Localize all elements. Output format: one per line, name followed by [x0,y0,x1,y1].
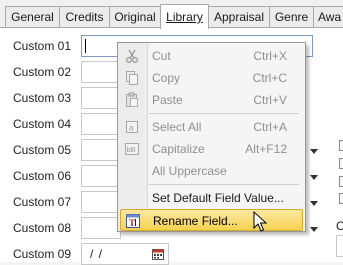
mouse-pointer-icon [253,211,267,232]
custom-07-dropdown-arrow-icon[interactable] [310,201,318,206]
tab-general[interactable]: General [5,6,60,27]
custom-09-label: Custom 09 [13,247,72,261]
menu-item-shortcut: Alt+F12 [245,142,287,156]
menu-item-label: Copy [152,71,181,85]
menu-item-shortcut: Ctrl+X [253,49,287,63]
custom-08-label: Custom 08 [13,221,72,235]
custom-03-input[interactable] [81,87,121,109]
custom-05-dropdown-arrow-icon[interactable] [310,149,318,154]
checkbox-3[interactable] [339,176,343,187]
rename-field-icon: T [126,214,140,228]
cut-off-label: C [336,219,343,233]
custom-02-label: Custom 02 [13,65,72,79]
custom-03-label: Custom 03 [13,91,72,105]
menu-separator [149,184,299,185]
svg-text:T: T [129,218,135,228]
scissors-icon [126,49,138,63]
custom-02-input[interactable] [81,61,121,83]
menu-item-rename-field[interactable]: T Rename Field... [120,209,303,231]
menu-item-copy[interactable]: Copy Ctrl+C [118,67,305,89]
custom-07-dropdown[interactable] [81,191,121,213]
tab-label: Original [114,10,156,24]
tab-genre[interactable]: Genre [269,6,314,27]
custom-06-dropdown-arrow-icon[interactable] [310,175,318,180]
svg-text:a: a [129,124,134,133]
custom-07-label: Custom 07 [13,195,72,209]
tab-bar: General Credits Original Library Apprais… [0,0,343,29]
text-caret [85,39,86,53]
menu-item-capitalize[interactable]: bB Capitalize Alt+F12 [118,138,305,160]
menu-item-label: Select All [152,120,202,134]
menu-item-label: Capitalize [152,142,205,156]
context-menu: Cut Ctrl+X Copy Ctrl+C Paste Ctrl+V a Se… [117,42,306,232]
paste-icon [126,92,138,107]
tab-label: Appraisal [213,10,265,24]
custom-05-dropdown[interactable] [81,139,121,161]
tab-label: Library [166,10,203,24]
menu-item-set-default-field-value[interactable]: Set Default Field Value... [118,187,305,209]
menu-item-shortcut: Ctrl+A [253,120,287,134]
custom-06-dropdown[interactable] [81,165,121,187]
custom-08-dropdown-arrow-icon[interactable] [310,227,318,232]
custom-04-input[interactable] [81,113,121,135]
menu-item-shortcut: Ctrl+V [253,93,287,107]
menu-item-cut[interactable]: Cut Ctrl+X [118,45,305,67]
tab-label: General [11,10,54,24]
menu-item-label: Cut [152,49,171,63]
menu-item-label: Set Default Field Value... [152,191,284,205]
custom-05-label: Custom 05 [13,143,72,157]
menu-item-label: All Uppercase [152,164,227,178]
checkbox-4[interactable] [339,193,343,204]
checkbox-1[interactable] [339,140,343,151]
select-all-icon: a [126,121,138,133]
custom-06-label: Custom 06 [13,169,72,183]
menu-item-shortcut: Ctrl+C [252,71,287,85]
menu-item-label: Paste [152,93,183,107]
tab-credits[interactable]: Credits [59,6,110,27]
menu-item-select-all[interactable]: a Select All Ctrl+A [118,116,305,138]
menu-item-label: Rename Field... [153,214,238,228]
calendar-icon[interactable] [152,248,164,260]
tab-label: Awa [318,10,342,24]
tab-library[interactable]: Library [160,4,209,29]
tab-appraisal[interactable]: Appraisal [208,6,270,27]
checkbox-2[interactable] [339,158,343,169]
custom-08-dropdown[interactable] [81,217,121,239]
custom-01-label: Custom 01 [13,39,72,53]
menu-separator [149,113,299,114]
menu-item-all-uppercase[interactable]: All Uppercase [118,160,305,182]
custom-04-label: Custom 04 [13,117,72,131]
capitalize-icon: bB [125,143,139,155]
tab-label: Credits [65,10,104,24]
tab-original[interactable]: Original [109,6,161,27]
tab-awards[interactable]: Awa [313,6,343,27]
copy-icon [126,71,138,85]
menu-item-paste[interactable]: Paste Ctrl+V [118,89,305,111]
date-value: / / [90,247,104,261]
cut-off-field[interactable] [336,235,343,257]
tab-label: Genre [274,10,309,24]
svg-text:bB: bB [127,145,136,154]
